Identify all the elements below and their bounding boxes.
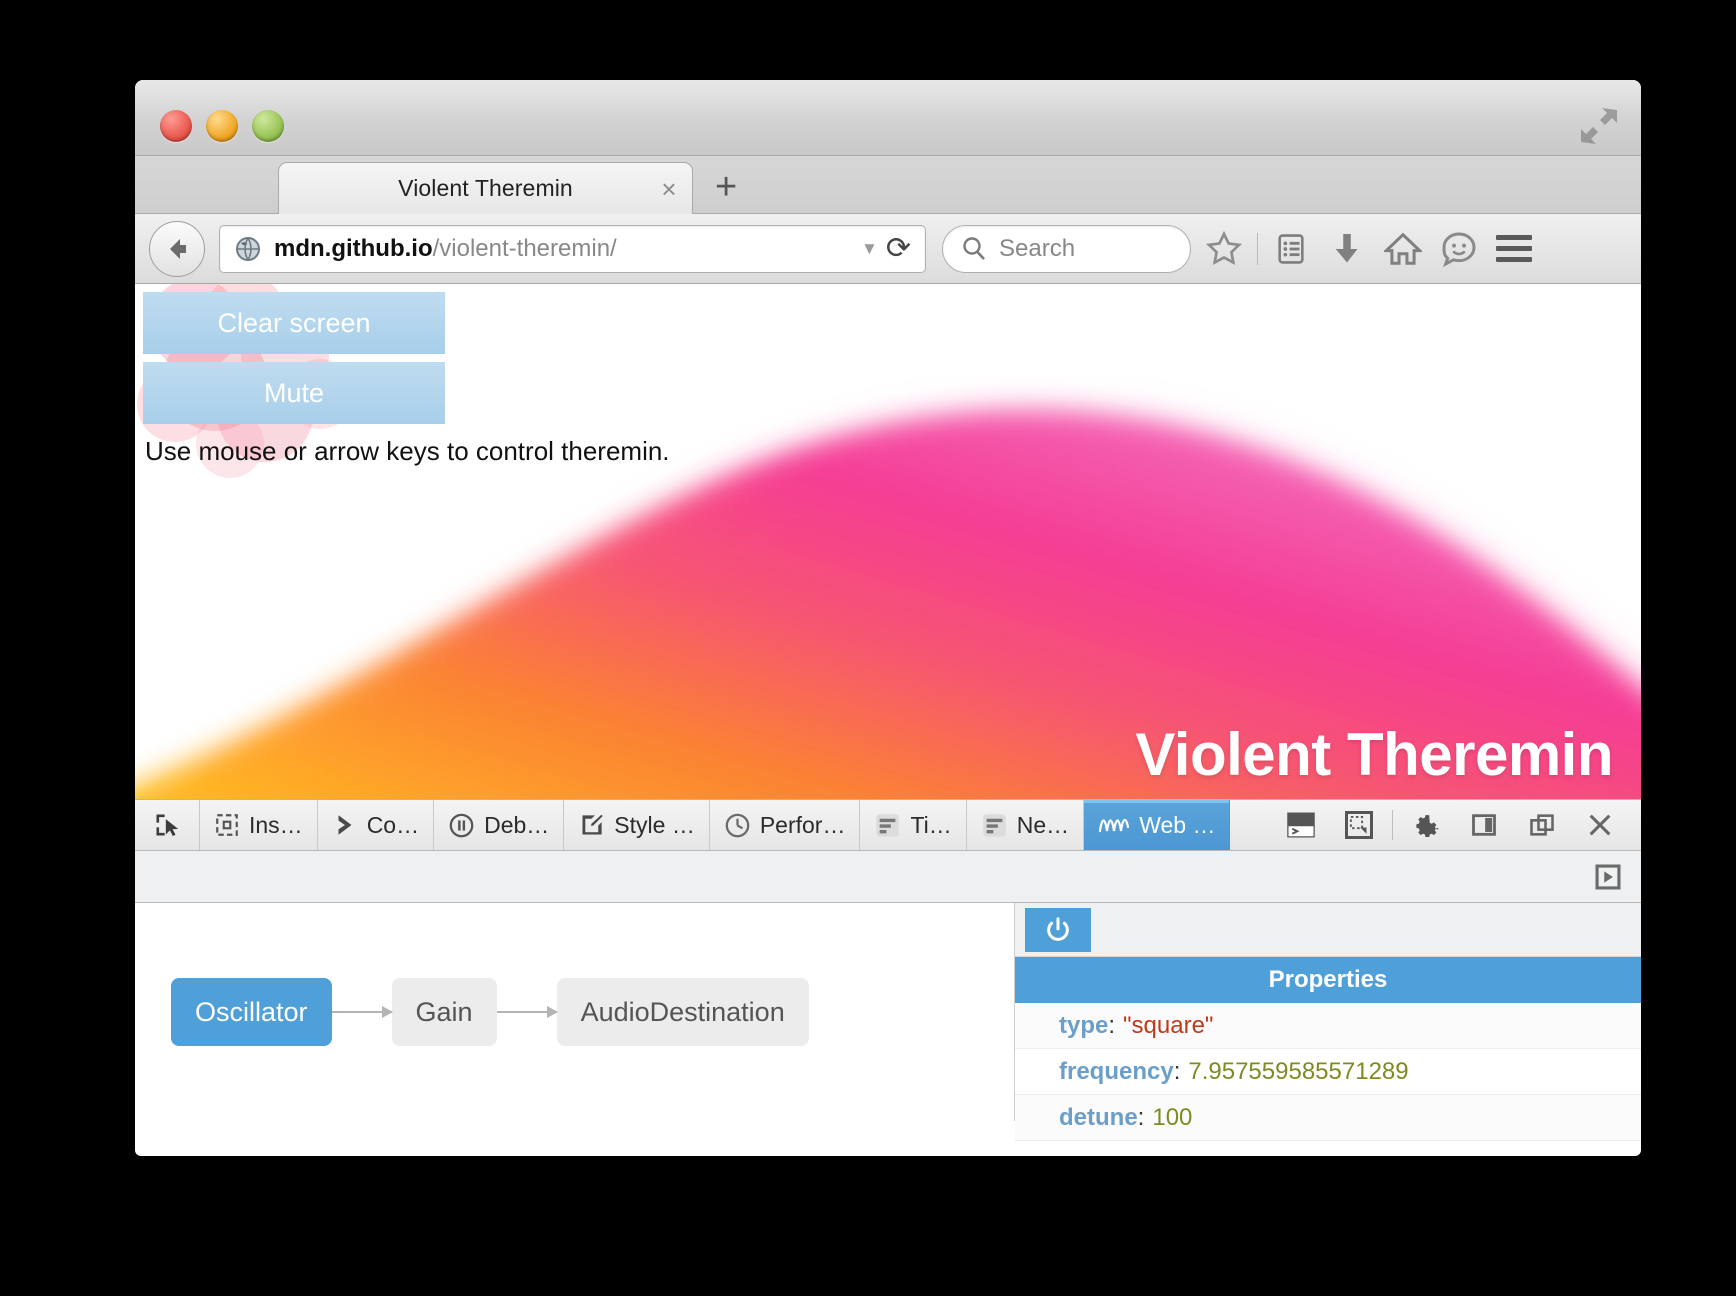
fullscreen-arrows-icon[interactable]	[1579, 106, 1619, 146]
download-icon[interactable]	[1324, 226, 1370, 272]
tab-debugger-label: Deb…	[484, 812, 549, 839]
network-bars-icon	[981, 812, 1008, 839]
property-row-detune[interactable]: detune: 100	[1015, 1095, 1641, 1141]
url-host: mdn.github.io	[274, 235, 433, 262]
audio-node-gain[interactable]: Gain	[392, 978, 497, 1046]
search-input-placeholder[interactable]: Search	[999, 235, 1075, 263]
debugger-pause-icon	[448, 812, 475, 839]
tab-performance-label: Perfor…	[760, 812, 846, 839]
window-maximize-button[interactable]	[252, 110, 284, 142]
url-path: /violent-theremin/	[433, 235, 617, 262]
property-value: 7.957559585571289	[1188, 1058, 1408, 1086]
window-titlebar	[135, 80, 1641, 156]
web-audio-subtoolbar	[135, 851, 1641, 903]
web-audio-wave-icon	[1098, 812, 1130, 838]
sync-smiley-icon[interactable]	[1436, 226, 1482, 272]
tab-title: Violent Theremin	[279, 175, 646, 202]
tab-network-label: Ne…	[1017, 812, 1069, 839]
address-bar-url: mdn.github.io/violent-theremin/	[274, 235, 617, 263]
inspector-icon	[214, 812, 240, 838]
property-row-frequency[interactable]: frequency: 7.957559585571289	[1015, 1049, 1641, 1095]
back-arrow-icon	[162, 234, 192, 264]
dock-side-icon[interactable]	[1455, 811, 1513, 839]
browser-tab[interactable]: Violent Theremin ×	[278, 162, 693, 214]
address-bar[interactable]: mdn.github.io/violent-theremin/ ▼ ⟳	[219, 225, 926, 273]
device-frame: Violent Theremin × + mdn.github.io/viole…	[20, 18, 1716, 1280]
tab-style-editor-label: Style …	[614, 812, 695, 839]
split-console-icon[interactable]	[1272, 811, 1330, 839]
url-history-dropdown-icon[interactable]: ▼	[861, 239, 878, 259]
clear-screen-button[interactable]: Clear screen	[143, 292, 445, 354]
menu-hamburger-icon[interactable]	[1496, 235, 1532, 262]
property-colon: :	[1138, 1104, 1145, 1132]
audio-node-oscillator[interactable]: Oscillator	[171, 978, 332, 1046]
star-icon[interactable]	[1201, 226, 1247, 272]
audio-node-graph[interactable]: Oscillator Gain AudioDestination	[135, 903, 1015, 1121]
tab-timeline-label: Ti…	[910, 812, 951, 839]
tab-style-editor[interactable]: Style …	[564, 800, 710, 850]
tab-network[interactable]: Ne…	[967, 800, 1084, 850]
tab-strip: Violent Theremin × +	[135, 156, 1641, 214]
power-toggle-button[interactable]	[1025, 908, 1091, 952]
browser-window: Violent Theremin × + mdn.github.io/viole…	[135, 80, 1641, 1156]
tab-debugger[interactable]: Deb…	[434, 800, 564, 850]
dock-window-icon[interactable]	[1513, 811, 1571, 839]
mute-button[interactable]: Mute	[143, 362, 445, 424]
power-toggle-icon	[1044, 916, 1072, 944]
instructions-text: Use mouse or arrow keys to control there…	[145, 436, 670, 467]
property-colon: :	[1108, 1012, 1115, 1040]
reload-button[interactable]: ⟳	[886, 231, 911, 266]
tab-console[interactable]: Co…	[318, 800, 434, 850]
property-row-type[interactable]: type: "square"	[1015, 1003, 1641, 1049]
close-devtools-icon[interactable]	[1571, 811, 1629, 839]
web-audio-panel: Oscillator Gain AudioDestination	[135, 903, 1641, 1121]
properties-panel: Properties type: "square" frequency: 7.9…	[1015, 903, 1641, 1121]
new-tab-button[interactable]: +	[715, 168, 737, 206]
timeline-bars-icon	[874, 812, 901, 839]
graph-edge	[332, 1011, 392, 1013]
home-icon[interactable]	[1380, 226, 1426, 272]
graph-edge	[497, 1011, 557, 1013]
property-value: 100	[1152, 1104, 1192, 1132]
tab-console-label: Co…	[367, 812, 419, 839]
performance-clock-icon	[724, 812, 751, 839]
page-watermark: Violent Theremin	[1135, 720, 1613, 789]
properties-toolbar	[1015, 903, 1641, 957]
toolbar-divider	[1257, 233, 1258, 265]
settings-gear-icon[interactable]	[1397, 809, 1455, 841]
developer-tools: Ins… Co… Deb…	[135, 799, 1641, 1121]
tab-web-audio-label: Web …	[1139, 812, 1215, 839]
search-icon	[959, 234, 989, 264]
reader-list-icon[interactable]	[1268, 226, 1314, 272]
devtools-tabbar: Ins… Co… Deb…	[135, 799, 1641, 851]
tab-inspector-label: Ins…	[249, 812, 303, 839]
element-picker-icon	[153, 811, 181, 839]
tab-web-audio[interactable]: Web …	[1084, 800, 1230, 850]
devtools-tools	[1272, 800, 1641, 850]
property-key: frequency	[1059, 1058, 1174, 1086]
navigation-toolbar: mdn.github.io/violent-theremin/ ▼ ⟳ Sear…	[135, 214, 1641, 284]
property-key: detune	[1059, 1104, 1138, 1132]
property-colon: :	[1174, 1058, 1181, 1086]
tab-timeline[interactable]: Ti…	[860, 800, 966, 850]
devtools-divider	[1392, 810, 1393, 840]
page-content: Clear screen Mute Use mouse or arrow key…	[135, 284, 1641, 799]
responsive-design-icon[interactable]	[1330, 810, 1388, 840]
style-editor-icon	[578, 812, 605, 839]
back-button[interactable]	[149, 221, 205, 277]
play-inspect-icon[interactable]	[1593, 862, 1623, 892]
tab-performance[interactable]: Perfor…	[710, 800, 861, 850]
audio-node-audiodestination[interactable]: AudioDestination	[557, 978, 809, 1046]
window-minimize-button[interactable]	[206, 110, 238, 142]
search-bar[interactable]: Search	[942, 225, 1191, 273]
property-value: "square"	[1123, 1012, 1213, 1040]
element-picker-button[interactable]	[135, 800, 200, 850]
tab-inspector[interactable]: Ins…	[200, 800, 318, 850]
property-key: type	[1059, 1012, 1108, 1040]
window-close-button[interactable]	[160, 110, 192, 142]
console-chevron-icon	[332, 812, 358, 838]
globe-icon	[234, 235, 262, 263]
properties-header: Properties	[1015, 957, 1641, 1003]
tab-close-icon[interactable]: ×	[646, 176, 692, 202]
